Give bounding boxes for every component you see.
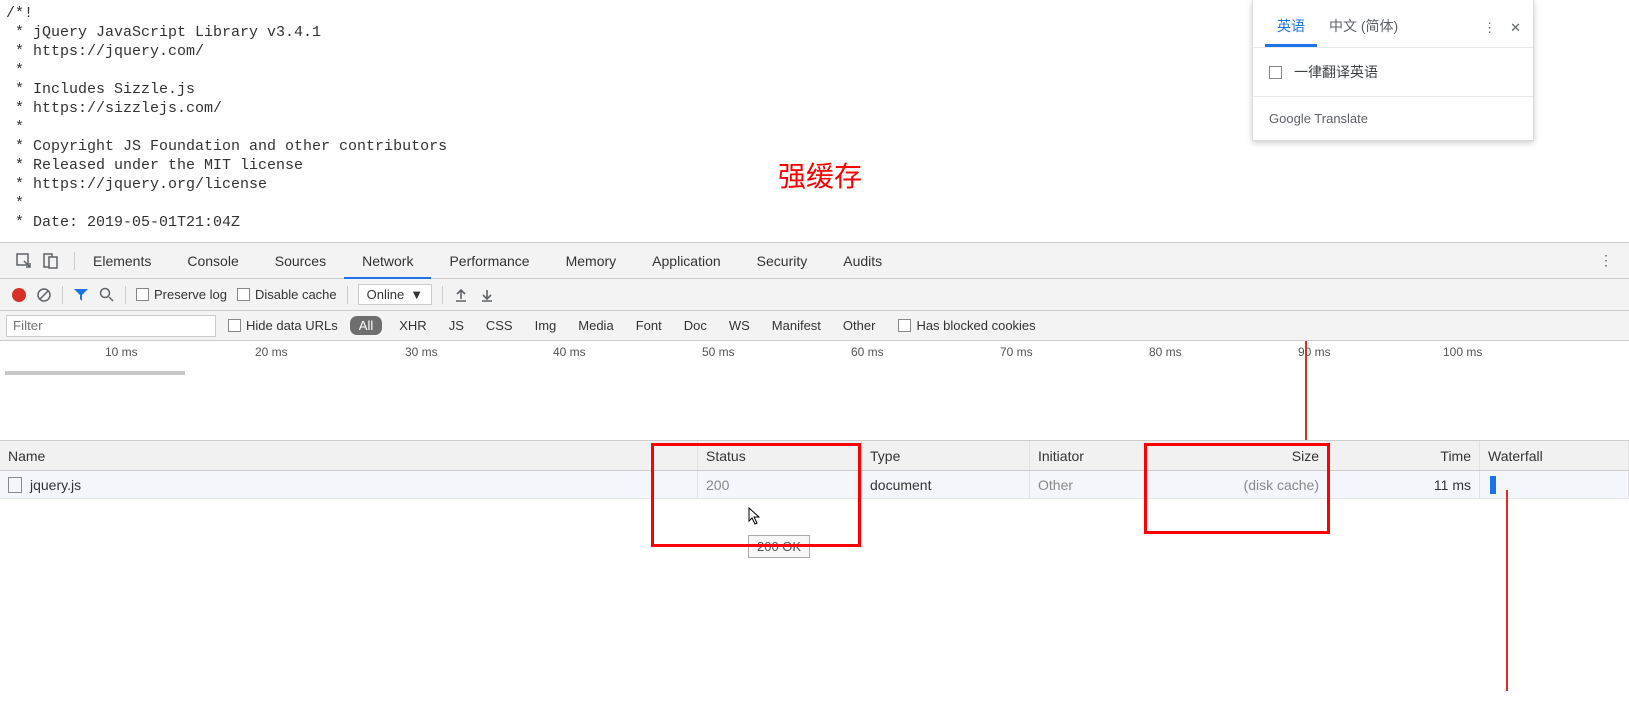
download-icon[interactable] bbox=[479, 287, 495, 303]
throttling-value: Online bbox=[367, 287, 405, 302]
filter-type-font[interactable]: Font bbox=[631, 316, 667, 335]
tab-audits[interactable]: Audits bbox=[825, 243, 900, 279]
file-icon bbox=[8, 477, 22, 493]
tab-performance[interactable]: Performance bbox=[431, 243, 547, 279]
always-translate-checkbox[interactable] bbox=[1269, 66, 1282, 79]
waterfall-load-line bbox=[1506, 490, 1508, 691]
row-type: document bbox=[862, 471, 1030, 498]
tab-application[interactable]: Application bbox=[634, 243, 739, 279]
col-header-name[interactable]: Name bbox=[0, 441, 698, 470]
search-icon[interactable] bbox=[99, 287, 115, 303]
col-header-type[interactable]: Type bbox=[862, 441, 1030, 470]
timeline-bar bbox=[5, 371, 185, 375]
preserve-log-label: Preserve log bbox=[154, 287, 227, 302]
annotation-label: 强缓存 bbox=[778, 155, 862, 195]
timeline-tick: 40 ms bbox=[553, 345, 586, 359]
throttling-select[interactable]: Online ▼ bbox=[358, 284, 432, 305]
filter-type-media[interactable]: Media bbox=[573, 316, 618, 335]
translate-options-icon[interactable]: ⋮ bbox=[1483, 20, 1496, 36]
cursor-icon bbox=[748, 507, 762, 525]
filter-icon[interactable] bbox=[73, 287, 89, 303]
timeline-tick: 80 ms bbox=[1149, 345, 1182, 359]
timeline-tick: 90 ms bbox=[1298, 345, 1331, 359]
inspect-icon[interactable] bbox=[16, 253, 32, 269]
filter-type-js[interactable]: JS bbox=[444, 316, 469, 335]
tab-console[interactable]: Console bbox=[169, 243, 256, 279]
timeline-tick: 100 ms bbox=[1443, 345, 1482, 359]
network-toolbar: Preserve log Disable cache Online ▼ bbox=[0, 279, 1629, 311]
timeline-tick: 10 ms bbox=[105, 345, 138, 359]
row-waterfall bbox=[1480, 471, 1629, 498]
filter-type-other[interactable]: Other bbox=[838, 316, 881, 335]
col-header-initiator[interactable]: Initiator bbox=[1030, 441, 1146, 470]
disable-cache-checkbox[interactable] bbox=[237, 288, 250, 301]
col-header-status[interactable]: Status bbox=[698, 441, 862, 470]
col-header-time[interactable]: Time bbox=[1328, 441, 1480, 470]
timeline-tick: 30 ms bbox=[405, 345, 438, 359]
always-translate-label: 一律翻译英语 bbox=[1294, 62, 1378, 82]
disable-cache-label: Disable cache bbox=[255, 287, 337, 302]
row-initiator: Other bbox=[1030, 471, 1146, 498]
translate-tab-english[interactable]: 英语 bbox=[1265, 8, 1317, 47]
filter-type-all[interactable]: All bbox=[350, 316, 382, 335]
timeline-tick: 50 ms bbox=[702, 345, 735, 359]
timeline-overview[interactable]: 10 ms 20 ms 30 ms 40 ms 50 ms 60 ms 70 m… bbox=[0, 341, 1629, 441]
tab-security[interactable]: Security bbox=[739, 243, 826, 279]
row-name: jquery.js bbox=[30, 477, 81, 493]
row-time: 11 ms bbox=[1328, 471, 1480, 498]
col-header-waterfall[interactable]: Waterfall bbox=[1480, 441, 1629, 470]
device-icon[interactable] bbox=[42, 253, 58, 269]
timeline-tick: 20 ms bbox=[255, 345, 288, 359]
row-status: 200 bbox=[698, 471, 862, 498]
translate-close-icon[interactable]: ✕ bbox=[1510, 20, 1521, 36]
status-tooltip: 200 OK bbox=[748, 535, 810, 558]
timeline-load-marker bbox=[1305, 341, 1307, 440]
tab-memory[interactable]: Memory bbox=[548, 243, 635, 279]
translate-popup: 英语 中文 (简体) ⋮ ✕ 一律翻译英语 Google Translate bbox=[1252, 0, 1534, 141]
chevron-down-icon: ▼ bbox=[410, 287, 423, 302]
row-size: (disk cache) bbox=[1146, 471, 1328, 498]
record-button[interactable] bbox=[12, 288, 26, 302]
filter-type-img[interactable]: Img bbox=[530, 316, 562, 335]
timeline-tick: 70 ms bbox=[1000, 345, 1033, 359]
devtools-more-icon[interactable]: ⋮ bbox=[1583, 252, 1629, 269]
col-header-size[interactable]: Size bbox=[1146, 441, 1328, 470]
filter-type-ws[interactable]: WS bbox=[724, 316, 755, 335]
timeline-tick: 60 ms bbox=[851, 345, 884, 359]
hide-data-urls-label: Hide data URLs bbox=[246, 318, 338, 333]
table-row[interactable]: jquery.js 200 document Other (disk cache… bbox=[0, 471, 1629, 499]
upload-icon[interactable] bbox=[453, 287, 469, 303]
filter-type-manifest[interactable]: Manifest bbox=[767, 316, 826, 335]
network-table-body: jquery.js 200 document Other (disk cache… bbox=[0, 471, 1629, 691]
hide-data-urls-checkbox[interactable] bbox=[228, 319, 241, 332]
filter-type-css[interactable]: CSS bbox=[481, 316, 518, 335]
filter-input[interactable] bbox=[6, 315, 216, 337]
filter-type-xhr[interactable]: XHR bbox=[394, 316, 431, 335]
blocked-cookies-checkbox[interactable] bbox=[898, 319, 911, 332]
devtools-tabbar: Elements Console Sources Network Perform… bbox=[0, 243, 1629, 279]
network-table-header: Name Status Type Initiator Size Time Wat… bbox=[0, 441, 1629, 471]
filter-bar: Hide data URLs All XHR JS CSS Img Media … bbox=[0, 311, 1629, 341]
tab-network[interactable]: Network bbox=[344, 243, 431, 279]
clear-icon[interactable] bbox=[36, 287, 52, 303]
tab-sources[interactable]: Sources bbox=[257, 243, 344, 279]
tab-elements[interactable]: Elements bbox=[75, 243, 169, 279]
filter-type-doc[interactable]: Doc bbox=[679, 316, 712, 335]
blocked-cookies-label: Has blocked cookies bbox=[916, 318, 1035, 333]
preserve-log-checkbox[interactable] bbox=[136, 288, 149, 301]
translate-footer: Google Translate bbox=[1253, 96, 1533, 140]
translate-tab-chinese[interactable]: 中文 (简体) bbox=[1317, 8, 1410, 47]
